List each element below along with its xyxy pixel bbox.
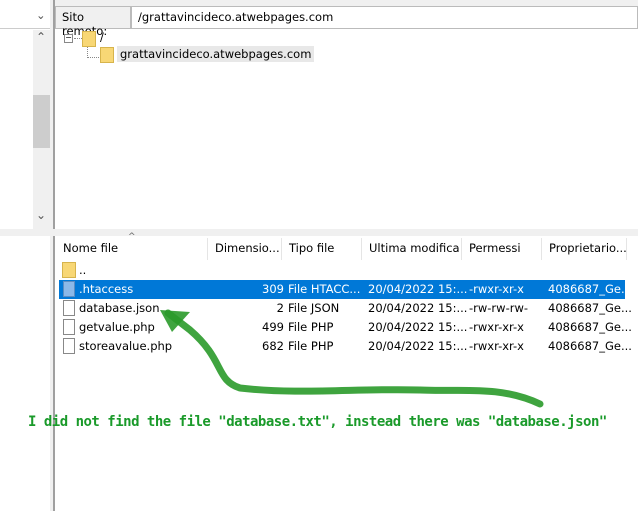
annotation-text: I did not find the file "database.txt", … — [28, 414, 607, 430]
annotation-arrow — [160, 309, 544, 408]
